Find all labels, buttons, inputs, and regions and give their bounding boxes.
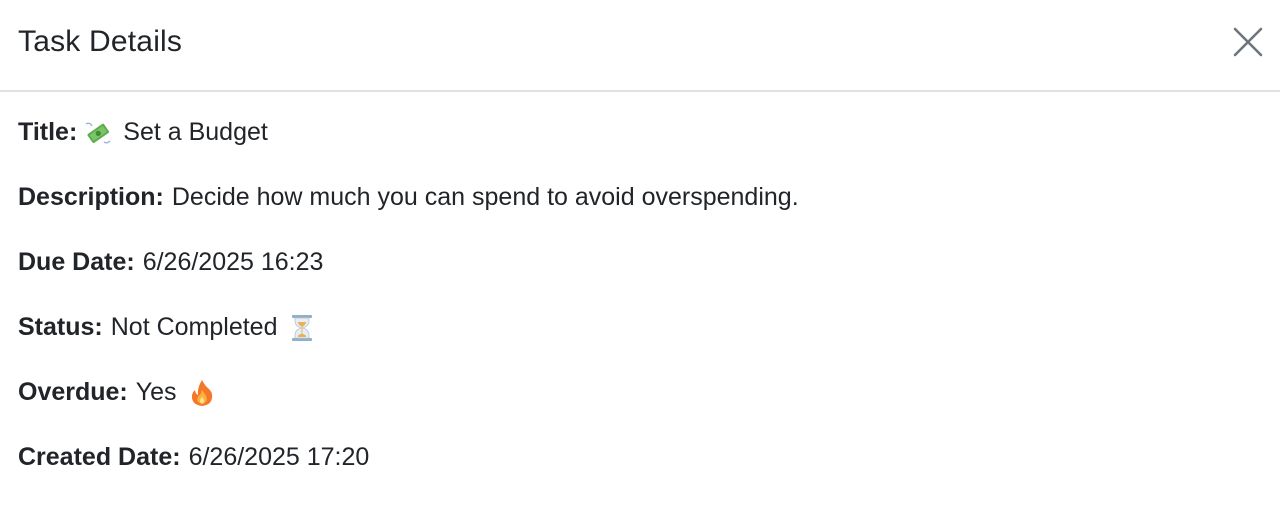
status-value: Not Completed xyxy=(110,313,278,341)
money-with-wings-icon xyxy=(85,120,111,146)
fire-icon xyxy=(189,379,215,406)
due-date-row: Due Date: 6/26/2025 16:23 xyxy=(18,246,1262,279)
created-date-row: Created Date: 6/26/2025 17:20 xyxy=(18,441,1262,474)
description-row: Description: Decide how much you can spe… xyxy=(18,181,1262,214)
modal-header: Task Details xyxy=(0,0,1280,92)
created-date-label: Created Date: xyxy=(18,443,181,471)
task-details-modal: Task Details Title: Set a Budget Descrip… xyxy=(0,0,1280,529)
modal-title: Task Details xyxy=(18,25,183,58)
due-date-value: 6/26/2025 16:23 xyxy=(142,248,324,276)
description-value: Decide how much you can spend to avoid o… xyxy=(171,183,799,211)
created-date-value: 6/26/2025 17:20 xyxy=(188,443,370,471)
modal-body: Title: Set a Budget Description: Decide … xyxy=(0,92,1280,474)
title-value: Set a Budget xyxy=(123,118,268,146)
overdue-row: Overdue: Yes xyxy=(18,376,1262,409)
status-label: Status: xyxy=(18,313,103,341)
due-date-label: Due Date: xyxy=(18,248,135,276)
hourglass-icon xyxy=(289,314,315,341)
title-label: Title: xyxy=(18,118,78,146)
status-row: Status: Not Completed xyxy=(18,311,1262,344)
close-button[interactable] xyxy=(1228,22,1268,62)
close-icon xyxy=(1233,27,1263,57)
overdue-value: Yes xyxy=(135,378,177,406)
description-label: Description: xyxy=(18,183,164,211)
overdue-label: Overdue: xyxy=(18,378,128,406)
title-row: Title: Set a Budget xyxy=(18,116,1262,149)
